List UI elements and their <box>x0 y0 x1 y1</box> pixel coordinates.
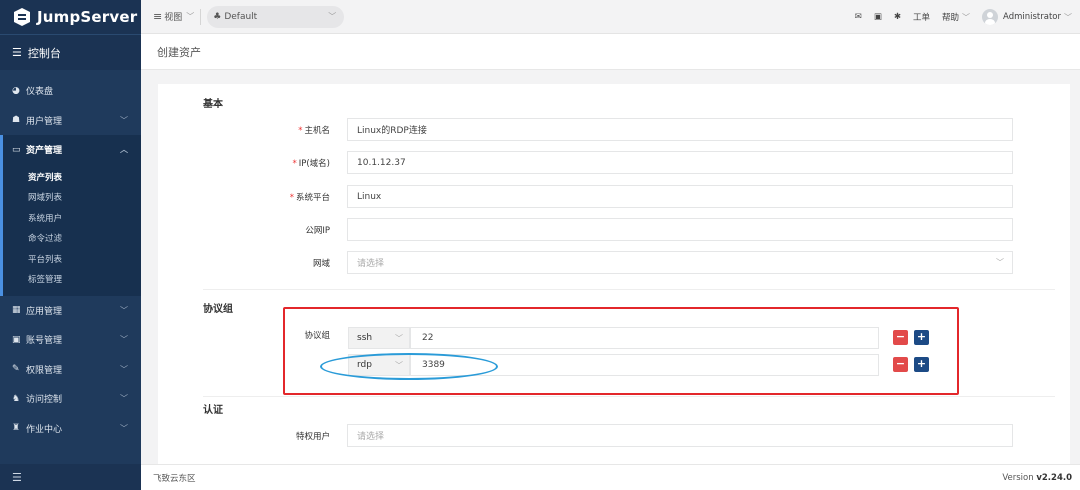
footer-org: 飞致云东区 <box>153 473 196 484</box>
sidebar-item-label: 仪表盘 <box>26 87 54 98</box>
console-label: 控制台 <box>27 46 61 60</box>
sidebar-item-label: 资产管理 <box>26 146 63 157</box>
sidebar-item-label: 用户管理 <box>26 116 63 127</box>
ticket-link[interactable]: 工单 <box>913 11 930 23</box>
form-card <box>158 84 1070 464</box>
view-label: 视图 <box>164 13 183 23</box>
chevron-down-icon: ﹀ <box>120 423 128 433</box>
sidebar: JumpServer ☰ 控制台 ◕ 仪表盘 ☗ 用户管理 ﹀ ▭ 资产管理 ︿… <box>0 0 141 490</box>
sidebar-item-users[interactable]: ☗ 用户管理 ﹀ <box>0 106 141 136</box>
permission-icon: ✎ <box>12 364 20 375</box>
divider <box>200 8 202 25</box>
avatar <box>982 9 999 25</box>
chevron-down-icon: ﹀ <box>996 258 1004 267</box>
chevron-down-icon: ﹀ <box>186 12 195 21</box>
chevron-down-icon: ﹀ <box>1064 12 1072 22</box>
chevron-up-icon: ︿ <box>120 145 128 155</box>
submenu-item-label-manage[interactable]: 标签管理 <box>3 269 141 290</box>
section-title-protocols: 协议组 <box>203 304 233 315</box>
sidebar-item-label: 应用管理 <box>26 306 63 317</box>
footer: 飞致云东区 Version v2.24.0 <box>141 464 1080 490</box>
page-title: 创建资产 <box>157 45 201 59</box>
access-control-icon: ♞ <box>12 393 21 404</box>
sidebar-item-accounts[interactable]: ▣ 账号管理 ﹀ <box>0 325 141 355</box>
account-icon: ▣ <box>12 334 21 345</box>
page-title-bar: 创建资产 <box>141 34 1080 70</box>
section-title-basic: 基本 <box>203 99 223 110</box>
brand-name: JumpServer <box>37 8 138 26</box>
help-label: 帮助 <box>942 13 960 23</box>
assets-submenu: 资产列表 网域列表 系统用户 命令过滤 平台列表 标签管理 <box>0 164 141 296</box>
section-divider <box>203 396 1055 397</box>
chevron-down-icon: ﹀ <box>120 305 128 315</box>
sidebar-item-access-control[interactable]: ♞ 访问控制 ﹀ <box>0 384 141 414</box>
user-menu[interactable]: Administrator ﹀ <box>982 9 1072 25</box>
logo[interactable]: JumpServer <box>0 0 141 34</box>
hostname-label: * 主机名 <box>298 126 330 136</box>
terminal-icon[interactable]: ▣ <box>874 12 882 22</box>
apps-icon: ▦ <box>12 305 21 316</box>
jumpserver-logo-icon <box>14 8 30 26</box>
submenu-item-system-user[interactable]: 系统用户 <box>3 208 141 229</box>
sidebar-item-label: 作业中心 <box>26 424 63 435</box>
sidebar-item-dashboard[interactable]: ◕ 仪表盘 <box>0 76 141 106</box>
job-center-icon: ♜ <box>12 423 21 434</box>
section-title-auth: 认证 <box>203 405 223 416</box>
chevron-down-icon: ﹀ <box>120 335 128 345</box>
sidebar-nav: ◕ 仪表盘 ☗ 用户管理 ﹀ ▭ 资产管理 ︿ 资产列表 网域列表 系统用户 命… <box>0 70 141 443</box>
public-ip-input[interactable] <box>347 218 1013 241</box>
users-icon: ☗ <box>12 115 21 126</box>
platform-label: * 系统平台 <box>289 193 330 203</box>
console-menu[interactable]: ☰ 控制台 <box>0 34 141 70</box>
platform-select[interactable]: Linux <box>347 185 1013 208</box>
dashboard-icon: ◕ <box>12 85 20 96</box>
sidebar-item-label: 访问控制 <box>26 395 63 406</box>
sidebar-item-assets[interactable]: ▭ 资产管理 ︿ <box>0 135 141 165</box>
submenu-item-command-filter[interactable]: 命令过滤 <box>3 228 141 249</box>
submenu-item-platform-list[interactable]: 平台列表 <box>3 249 141 270</box>
header-actions: ✉ ▣ ✱ 工单 帮助 ﹀ Administrator ﹀ <box>843 0 1072 34</box>
sidebar-item-job-center[interactable]: ♜ 作业中心 ﹀ <box>0 414 141 444</box>
org-name: Default <box>224 11 258 22</box>
annotation-highlight-box <box>283 307 959 395</box>
chevron-down-icon: ﹀ <box>120 364 128 374</box>
sidebar-item-apps[interactable]: ▦ 应用管理 ﹀ <box>0 296 141 326</box>
submenu-item-domain-list[interactable]: 网域列表 <box>3 187 141 208</box>
sidebar-item-permissions[interactable]: ✎ 权限管理 ﹀ <box>0 355 141 385</box>
top-header: ≡ 视图 ﹀ ♣ Default ﹀ ✉ ▣ ✱ 工单 帮助 ﹀ Adminis… <box>141 0 1080 34</box>
chevron-down-icon: ﹀ <box>328 12 337 21</box>
help-menu[interactable]: 帮助 ﹀ <box>942 11 971 24</box>
menu-icon: ≡ <box>153 10 163 23</box>
sidebar-item-label: 权限管理 <box>26 365 63 376</box>
domain-select[interactable]: 请选择 ﹀ <box>347 251 1013 274</box>
section-divider <box>203 289 1055 290</box>
ip-input[interactable]: 10.1.12.37 <box>347 151 1013 174</box>
organization-select[interactable]: ♣ Default ﹀ <box>207 5 345 28</box>
domain-label: 网域 <box>312 259 330 269</box>
menu-collapse-icon: ☰ <box>12 470 22 484</box>
version-info: Version v2.24.0 <box>1002 472 1072 483</box>
org-tree-icon: ♣ <box>213 11 222 22</box>
mail-icon[interactable]: ✉ <box>855 12 862 22</box>
sidebar-item-label: 账号管理 <box>26 336 63 347</box>
submenu-item-asset-list[interactable]: 资产列表 <box>3 167 141 188</box>
chevron-down-icon: ﹀ <box>120 115 128 125</box>
annotation-highlight-ellipse <box>320 353 498 380</box>
user-name: Administrator <box>1003 12 1061 22</box>
public-ip-label: 公网IP <box>305 226 330 236</box>
view-switcher[interactable]: ≡ 视图 ﹀ <box>153 10 194 23</box>
sliders-icon: ☰ <box>12 46 22 59</box>
admin-user-select[interactable]: 请选择 <box>347 424 1013 447</box>
chevron-down-icon: ﹀ <box>120 394 128 404</box>
assets-icon: ▭ <box>12 144 21 155</box>
chevron-down-icon: ﹀ <box>962 12 971 22</box>
hostname-input[interactable]: Linux的RDP连接 <box>347 118 1013 141</box>
admin-user-placeholder: 请选择 <box>357 432 385 442</box>
admin-user-label: 特权用户 <box>295 432 330 442</box>
sidebar-collapse-toggle[interactable]: ☰ <box>0 464 141 490</box>
domain-placeholder: 请选择 <box>357 259 385 269</box>
ip-label: * IP(域名) <box>292 159 330 169</box>
gear-icon[interactable]: ✱ <box>894 12 901 22</box>
